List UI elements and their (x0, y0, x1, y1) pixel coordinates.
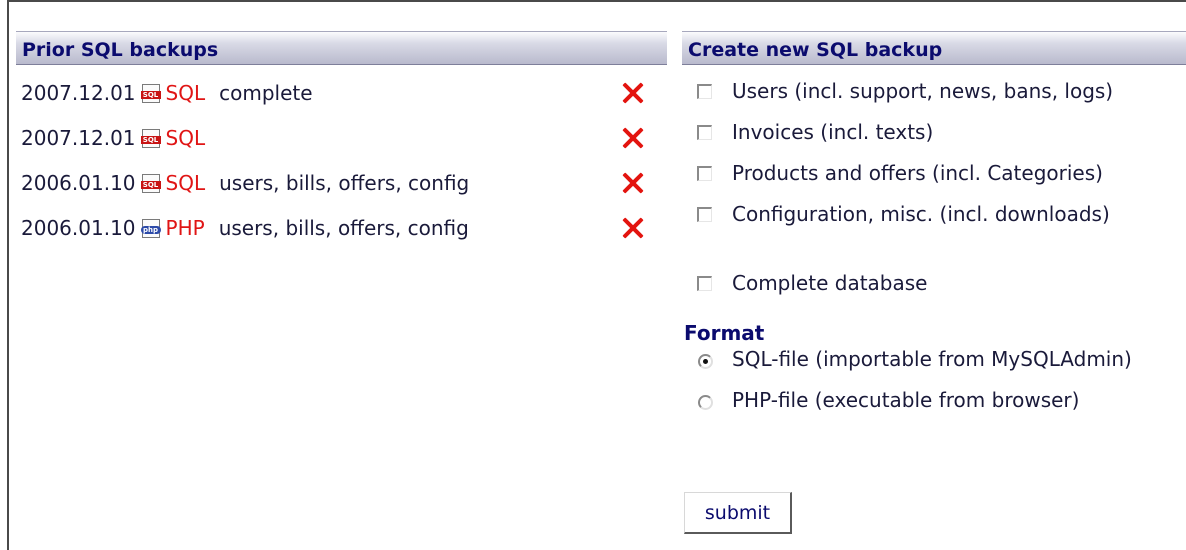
products-checkbox[interactable] (697, 166, 712, 181)
prior-backups-panel: Prior SQL backups 2007.12.01 SQL SQL com… (16, 31, 667, 253)
option-label: Users (incl. support, news, bans, logs) (732, 79, 1114, 103)
backup-date: 2006.01.10 (21, 171, 136, 195)
sql-file-icon[interactable]: SQL (140, 173, 161, 193)
users-checkbox[interactable] (697, 84, 712, 99)
backup-row: 2007.12.01 SQL SQL complete (16, 73, 667, 118)
format-option-php: PHP-file (executable from browser) (682, 386, 1186, 427)
format-label: SQL-file (importable from MySQLAdmin) (732, 347, 1132, 371)
option-label: Configuration, misc. (incl. downloads) (732, 202, 1110, 226)
sql-file-icon[interactable]: SQL (140, 128, 161, 148)
format-label: PHP-file (executable from browser) (732, 388, 1080, 412)
format-heading: Format (684, 321, 765, 345)
php-file-icon[interactable]: php (140, 218, 161, 238)
option-label: Products and offers (incl. Categories) (732, 161, 1103, 185)
create-backup-header: Create new SQL backup (682, 31, 1186, 65)
backup-row: 2006.01.10 SQL SQL users, bills, offers,… (16, 163, 667, 208)
backup-row: 2007.12.01 SQL SQL (16, 118, 667, 163)
backup-download-link[interactable]: SQL (166, 81, 206, 105)
delete-x-icon[interactable] (622, 172, 644, 194)
backup-download-link[interactable]: PHP (166, 216, 205, 240)
configuration-checkbox[interactable] (697, 207, 712, 222)
backup-date: 2006.01.10 (21, 216, 136, 240)
delete-x-icon[interactable] (622, 82, 644, 104)
option-label: Invoices (incl. texts) (732, 120, 934, 144)
php-format-radio[interactable] (698, 395, 713, 410)
option-configuration: Configuration, misc. (incl. downloads) (682, 194, 1186, 235)
option-users: Users (incl. support, news, bans, logs) (682, 71, 1186, 112)
complete-database-checkbox[interactable] (697, 276, 712, 291)
format-option-sql: SQL-file (importable from MySQLAdmin) (682, 345, 1186, 386)
option-invoices: Invoices (incl. texts) (682, 112, 1186, 153)
sql-file-icon[interactable]: SQL (140, 83, 161, 103)
backup-download-link[interactable]: SQL (166, 126, 206, 150)
backup-description: users, bills, offers, config (219, 171, 470, 195)
prior-backups-header: Prior SQL backups (16, 31, 667, 65)
submit-button[interactable]: submit (684, 492, 792, 534)
option-label: Complete database (732, 271, 928, 295)
delete-x-icon[interactable] (622, 127, 644, 149)
backup-date: 2007.12.01 (21, 81, 136, 105)
delete-x-icon[interactable] (622, 217, 644, 239)
sql-format-radio[interactable] (698, 354, 713, 369)
option-complete-database: Complete database (682, 263, 1186, 304)
create-backup-panel: Create new SQL backup Users (incl. suppo… (682, 31, 1186, 427)
backup-download-link[interactable]: SQL (166, 171, 206, 195)
backup-options: Users (incl. support, news, bans, logs) … (682, 71, 1186, 304)
backup-description: users, bills, offers, config (218, 216, 469, 240)
invoices-checkbox[interactable] (697, 125, 712, 140)
backup-description: complete (219, 81, 313, 105)
option-products: Products and offers (incl. Categories) (682, 153, 1186, 194)
backup-list: 2007.12.01 SQL SQL complete 2007.12.01 S… (16, 73, 667, 253)
backup-date: 2007.12.01 (21, 126, 136, 150)
backup-row: 2006.01.10 php PHP users, bills, offers,… (16, 208, 667, 253)
